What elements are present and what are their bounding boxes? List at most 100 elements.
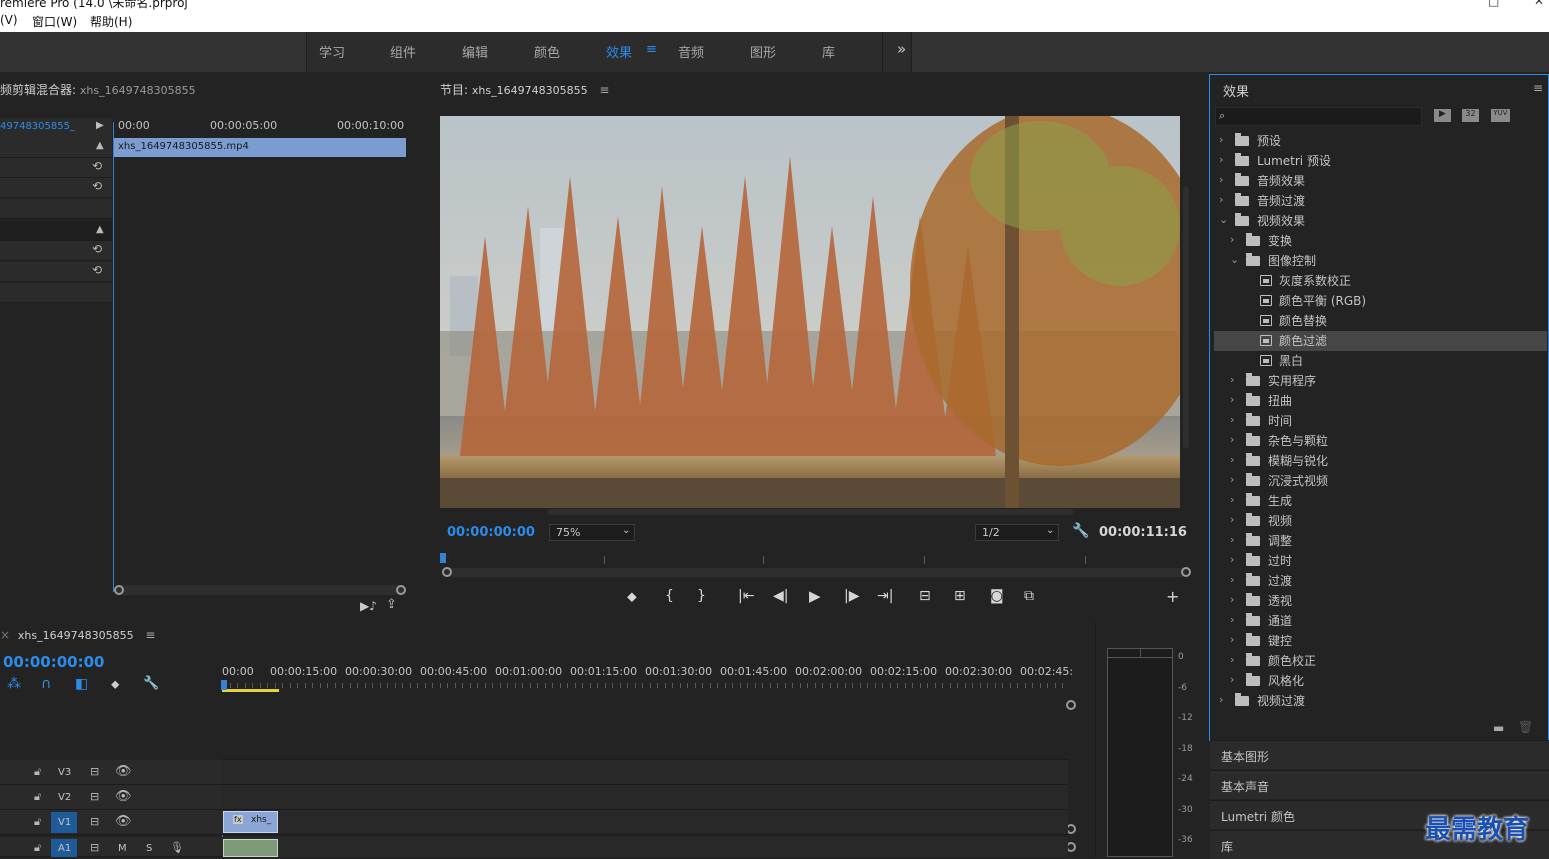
nest-icon[interactable]: ⁂ bbox=[7, 676, 21, 692]
chevron-right-icon[interactable]: › bbox=[1219, 133, 1223, 146]
track-v1[interactable]: 🔓︎ V1 ⊟ 👁︎ bbox=[0, 810, 222, 835]
zoom-handle-left[interactable] bbox=[114, 585, 124, 595]
chevron-right-icon[interactable]: › bbox=[1230, 633, 1234, 646]
monitor-hscrollbar[interactable] bbox=[547, 509, 1074, 515]
monitor-scrollbar[interactable] bbox=[1183, 186, 1189, 448]
camera-icon[interactable]: ◙ bbox=[990, 588, 1004, 604]
track-v1-lane[interactable] bbox=[222, 810, 1068, 835]
tab-editing[interactable]: 编辑 bbox=[462, 42, 488, 61]
track-v2[interactable]: 🔓︎ V2 ⊟ 👁︎ bbox=[0, 785, 222, 810]
effect-tree-item[interactable]: › 视频过渡 bbox=[1214, 691, 1547, 711]
add-button-icon[interactable]: + bbox=[1166, 587, 1179, 606]
effect-tree-item[interactable]: › 过时 bbox=[1214, 551, 1547, 571]
zoom-select[interactable]: 75% ⌄ bbox=[549, 524, 635, 541]
timeline-timecode[interactable]: 00:00:00:00 bbox=[3, 653, 105, 671]
scrub-handle-left[interactable] bbox=[442, 567, 452, 577]
effect-tree-item[interactable]: › 时间 bbox=[1214, 411, 1547, 431]
wrench-icon[interactable]: 🔧 bbox=[1072, 523, 1089, 539]
mute-button[interactable]: M bbox=[118, 843, 127, 854]
chevron-right-icon[interactable]: › bbox=[1219, 153, 1223, 166]
chevron-right-icon[interactable]: › bbox=[1230, 393, 1234, 406]
eye-icon[interactable]: 👁︎ bbox=[115, 764, 132, 779]
32bit-effects-icon[interactable]: 32 bbox=[1462, 109, 1479, 122]
eye-icon[interactable]: 👁︎ bbox=[115, 789, 132, 804]
tab-learn[interactable]: 学习 bbox=[319, 42, 345, 61]
resolution-select[interactable]: 1/2 ⌄ bbox=[975, 524, 1059, 541]
chevron-right-icon[interactable]: › bbox=[1230, 433, 1234, 446]
add-marker-icon[interactable]: ⬥ bbox=[627, 589, 637, 605]
play-icon[interactable]: ▶ bbox=[96, 120, 104, 131]
solo-button[interactable]: S bbox=[146, 843, 152, 854]
audio-icon[interactable]: ▶♪ bbox=[360, 599, 377, 613]
chevron-right-icon[interactable]: › bbox=[1230, 593, 1234, 606]
marker-icon[interactable]: ⬥ bbox=[111, 677, 119, 692]
effect-tree-item[interactable]: › 扭曲 bbox=[1214, 391, 1547, 411]
chevron-right-icon[interactable]: › bbox=[1230, 553, 1234, 566]
close-icon[interactable]: ✕ bbox=[1534, 0, 1544, 8]
tab-effects[interactable]: 效果 bbox=[606, 42, 632, 61]
track-v3-lane[interactable] bbox=[222, 760, 1068, 785]
effect-tree-item[interactable]: › 颜色校正 bbox=[1214, 651, 1547, 671]
lock-icon[interactable]: 🔓︎ bbox=[34, 765, 41, 779]
effect-tree-item[interactable]: › 键控 bbox=[1214, 631, 1547, 651]
source-track-header[interactable]: 49748305855_ ▶ bbox=[0, 118, 112, 138]
play-icon[interactable]: ▶ bbox=[809, 587, 821, 605]
sync-lock-icon[interactable]: ⊟ bbox=[90, 765, 99, 778]
zoom-handle-right[interactable] bbox=[396, 585, 406, 595]
eye-icon[interactable]: 👁︎ bbox=[115, 814, 132, 829]
effect-tree-item[interactable]: › 模糊与锐化 bbox=[1214, 451, 1547, 471]
triangle-up-icon[interactable]: ▲ bbox=[96, 140, 104, 151]
program-timecode[interactable]: 00:00:00:00 bbox=[447, 525, 535, 540]
effect-tree-item[interactable]: › 生成 bbox=[1214, 491, 1547, 511]
vscroll-handle-top[interactable] bbox=[1066, 700, 1076, 710]
sync-lock-icon[interactable]: ⊟ bbox=[90, 841, 99, 854]
track-a1[interactable]: 🔓︎ A1 ⊟ M S 🎙︎ bbox=[0, 837, 222, 857]
reset-icon[interactable]: ⟲ bbox=[92, 179, 102, 193]
scrub-handle-right[interactable] bbox=[1181, 567, 1191, 577]
tab-color[interactable]: 颜色 bbox=[534, 42, 560, 61]
effect-tree-item[interactable]: ⌄ 图像控制 bbox=[1214, 251, 1547, 271]
effect-tree-item[interactable]: ⌄ 视频效果 bbox=[1214, 211, 1547, 231]
timeline-playhead-head[interactable] bbox=[221, 680, 227, 690]
track-v2-lane[interactable] bbox=[222, 785, 1068, 810]
extract-icon[interactable]: ⊞ bbox=[954, 588, 966, 604]
program-menu-icon[interactable]: ≡ bbox=[599, 83, 609, 97]
source-clip[interactable]: xhs_1649748305855.mp4 bbox=[114, 138, 406, 157]
linked-selection-icon[interactable]: ◧ bbox=[75, 676, 88, 692]
effect-tree-item[interactable]: › 变换 bbox=[1214, 231, 1547, 251]
step-back-icon[interactable]: ◀| bbox=[773, 588, 788, 604]
menu-help[interactable]: 帮助(H) bbox=[90, 13, 132, 30]
chevron-down-icon[interactable]: ⌄ bbox=[1230, 253, 1239, 266]
mark-out-icon[interactable]: } bbox=[697, 588, 706, 604]
panel-essential-graphics[interactable]: 基本图形 bbox=[1210, 740, 1549, 769]
lock-icon[interactable]: 🔓︎ bbox=[34, 815, 41, 829]
effect-tree-item[interactable]: › 沉浸式视频 bbox=[1214, 471, 1547, 491]
tab-audio[interactable]: 音频 bbox=[678, 42, 704, 61]
effect-tree-item[interactable]: › Lumetri 预设 bbox=[1214, 151, 1547, 171]
chevron-right-icon[interactable]: › bbox=[1230, 533, 1234, 546]
effect-tree-item[interactable]: 颜色过滤 bbox=[1214, 331, 1547, 351]
lift-icon[interactable]: ⊟ bbox=[919, 588, 931, 604]
effects-search[interactable]: ⌕ bbox=[1215, 107, 1422, 126]
tab-assembly[interactable]: 组件 bbox=[390, 42, 416, 61]
effect-tree-item[interactable]: › 调整 bbox=[1214, 531, 1547, 551]
sync-lock-icon[interactable]: ⊟ bbox=[90, 790, 99, 803]
microphone-icon[interactable]: 🎙︎ bbox=[170, 841, 184, 854]
chevron-right-icon[interactable]: › bbox=[1230, 413, 1234, 426]
effect-tree-item[interactable]: › 视频 bbox=[1214, 511, 1547, 531]
chevron-right-icon[interactable]: › bbox=[1230, 453, 1234, 466]
effect-tree-item[interactable]: 颜色替换 bbox=[1214, 311, 1547, 331]
program-scrubber[interactable] bbox=[442, 567, 1191, 577]
track-v3[interactable]: 🔓︎ V3 ⊟ 👁︎ bbox=[0, 760, 222, 785]
chevron-right-icon[interactable]: › bbox=[1230, 513, 1234, 526]
chevron-right-icon[interactable]: › bbox=[1219, 193, 1223, 206]
video-frame[interactable] bbox=[440, 116, 1180, 508]
yuv-effects-icon[interactable]: YUV bbox=[1491, 109, 1510, 122]
chevron-right-icon[interactable]: › bbox=[1230, 653, 1234, 666]
delete-icon[interactable]: 🗑 bbox=[1518, 720, 1533, 734]
effect-tree-item[interactable]: › 过渡 bbox=[1214, 571, 1547, 591]
triangle-up-icon[interactable]: ▲ bbox=[96, 224, 104, 235]
panel-essential-sound[interactable]: 基本声音 bbox=[1210, 770, 1549, 799]
effect-tree-item[interactable]: › 风格化 bbox=[1214, 671, 1547, 691]
chevron-right-icon[interactable]: › bbox=[1230, 473, 1234, 486]
